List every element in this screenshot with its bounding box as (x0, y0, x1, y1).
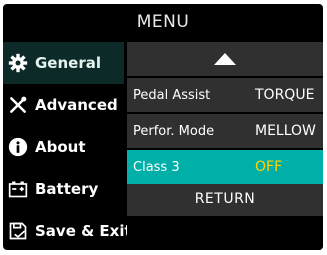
settings-panel: Pedal Assist TORQUE Perfor. Mode MELLOW … (127, 42, 323, 250)
sidebar-item-about[interactable]: About (3, 126, 124, 168)
gear-icon (7, 52, 29, 74)
empty-area (127, 216, 323, 250)
setting-row-class-3[interactable]: Class 3 OFF (127, 150, 323, 184)
menu-screen: MENU General Advanced About Battery Save… (3, 4, 323, 250)
return-button[interactable]: RETURN (127, 185, 323, 213)
sidebar-item-battery[interactable]: Battery (3, 168, 124, 210)
setting-label: Class 3 (133, 159, 180, 175)
setting-label: Perfor. Mode (133, 123, 215, 139)
sidebar-item-save-exit[interactable]: Save & Exit (3, 210, 132, 250)
save-exit-icon (7, 220, 29, 242)
menu-title: MENU (136, 12, 190, 32)
setting-value: TORQUE (255, 87, 315, 103)
sidebar-item-label: About (35, 138, 86, 156)
setting-value: OFF (255, 159, 283, 175)
sidebar-item-label: Save & Exit (35, 222, 132, 240)
sidebar-item-label: Advanced (35, 96, 118, 114)
triangle-up-icon (214, 50, 236, 69)
info-icon (7, 136, 29, 158)
tools-icon (7, 94, 29, 116)
sidebar-item-general[interactable]: General (3, 42, 124, 84)
sidebar-item-advanced[interactable]: Advanced (3, 84, 124, 126)
sidebar-item-label: Battery (35, 180, 99, 198)
scroll-up-button[interactable] (127, 42, 323, 76)
setting-label: Pedal Assist (133, 87, 211, 103)
battery-icon (7, 178, 29, 200)
setting-row-pedal-assist[interactable]: Pedal Assist TORQUE (127, 78, 323, 112)
setting-row-performance-mode[interactable]: Perfor. Mode MELLOW (127, 114, 323, 148)
sidebar-item-label: General (35, 54, 101, 72)
setting-value: MELLOW (255, 123, 316, 139)
